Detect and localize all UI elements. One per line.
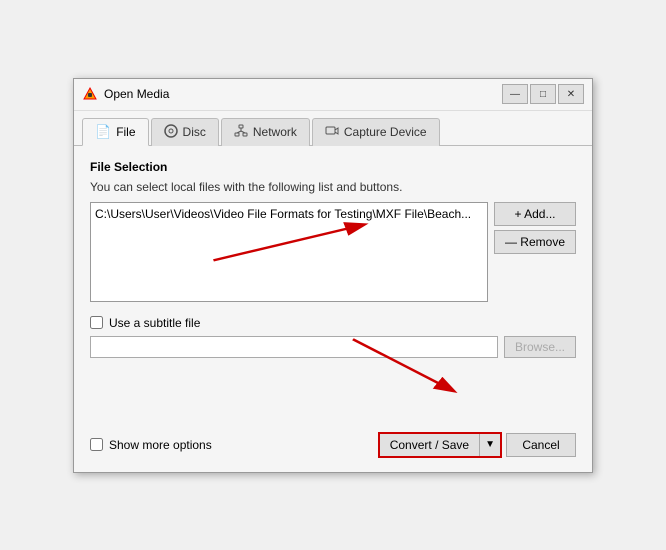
file-selection-area: C:\Users\User\Videos\Video File Formats … <box>90 202 576 302</box>
subtitle-input-row: Browse... <box>90 336 576 358</box>
browse-button: Browse... <box>504 336 576 358</box>
subtitle-checkbox-row: Use a subtitle file <box>90 316 576 330</box>
section-label: File Selection <box>90 160 576 174</box>
file-action-buttons: + Add... — Remove <box>494 202 576 302</box>
tab-network[interactable]: Network <box>221 118 310 146</box>
convert-save-group: Convert / Save ▼ <box>378 432 502 458</box>
network-tab-icon <box>234 124 248 141</box>
capture-tab-label: Capture Device <box>344 125 427 139</box>
capture-tab-icon <box>325 124 339 141</box>
title-bar: Open Media — □ ✕ <box>74 79 592 111</box>
open-media-dialog: Open Media — □ ✕ 📄 File Disc <box>73 78 593 473</box>
show-more-label: Show more options <box>109 438 212 452</box>
subtitle-input[interactable] <box>90 336 498 358</box>
tab-bar: 📄 File Disc <box>74 111 592 146</box>
add-button[interactable]: + Add... <box>494 202 576 226</box>
file-tab-content: File Selection You can select local file… <box>74 146 592 392</box>
dialog-footer: Show more options Convert / Save ▼ Cance… <box>74 422 592 472</box>
convert-save-button[interactable]: Convert / Save <box>380 434 479 456</box>
subtitle-checkbox[interactable] <box>90 316 103 329</box>
convert-save-dropdown[interactable]: ▼ <box>479 434 500 456</box>
show-more-checkbox[interactable] <box>90 438 103 451</box>
tab-capture[interactable]: Capture Device <box>312 118 440 146</box>
subtitle-checkbox-label: Use a subtitle file <box>109 316 200 330</box>
close-button[interactable]: ✕ <box>558 84 584 104</box>
show-more-row: Show more options <box>90 438 212 452</box>
window-title: Open Media <box>104 87 169 101</box>
file-tab-icon: 📄 <box>95 124 111 140</box>
file-description: You can select local files with the foll… <box>90 180 576 194</box>
vlc-icon <box>82 86 98 102</box>
tab-disc[interactable]: Disc <box>151 118 219 146</box>
minimize-button[interactable]: — <box>502 84 528 104</box>
title-controls: — □ ✕ <box>502 84 584 104</box>
network-tab-label: Network <box>253 125 297 139</box>
file-list-entry: C:\Users\User\Videos\Video File Formats … <box>95 207 483 221</box>
remove-button[interactable]: — Remove <box>494 230 576 254</box>
disc-tab-icon <box>164 124 178 141</box>
main-content: File Selection You can select local file… <box>74 146 592 472</box>
file-tab-label: File <box>116 125 135 139</box>
maximize-button[interactable]: □ <box>530 84 556 104</box>
tab-file[interactable]: 📄 File <box>82 118 149 146</box>
title-bar-left: Open Media <box>82 86 169 102</box>
file-list-box[interactable]: C:\Users\User\Videos\Video File Formats … <box>90 202 488 302</box>
disc-tab-label: Disc <box>183 125 206 139</box>
footer-buttons: Convert / Save ▼ Cancel <box>378 432 576 458</box>
cancel-button[interactable]: Cancel <box>506 433 576 457</box>
